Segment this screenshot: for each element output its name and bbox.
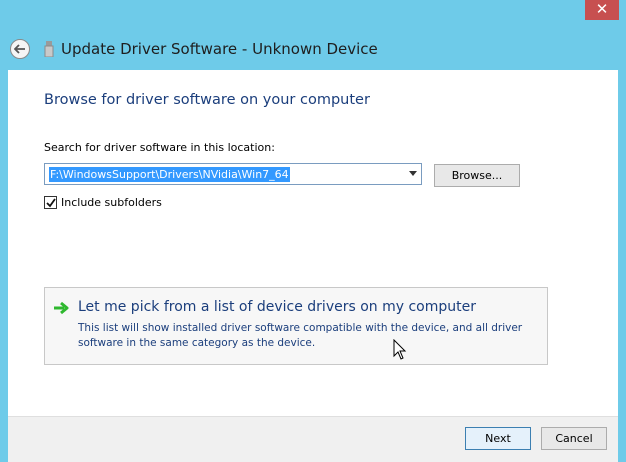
location-combobox[interactable]: F:\WindowsSupport\Drivers\NVidia\Win7_64 (44, 163, 422, 185)
include-subfolders-option[interactable]: Include subfolders (44, 196, 162, 209)
titlebar: Update Driver Software - Unknown Device (10, 36, 616, 62)
search-location-label: Search for driver software in this locat… (44, 141, 275, 154)
mouse-pointer-icon (393, 339, 407, 360)
usb-device-icon (44, 41, 54, 57)
dialog-footer: Next Cancel (8, 416, 618, 462)
dialog-window: ✕ Update Driver Software - Unknown Devic… (0, 0, 626, 462)
cancel-button[interactable]: Cancel (541, 427, 607, 450)
page-heading: Browse for driver software on your compu… (44, 92, 370, 108)
include-subfolders-checkbox[interactable] (44, 196, 57, 209)
browse-button[interactable]: Browse... (434, 164, 520, 187)
main-content: Browse for driver software on your compu… (8, 70, 618, 416)
dropdown-arrow-icon[interactable] (409, 171, 417, 176)
close-button[interactable]: ✕ (585, 0, 619, 20)
back-arrow-icon (14, 44, 25, 54)
window-title: Update Driver Software - Unknown Device (61, 40, 378, 58)
pick-from-list-description: This list will show installed driver sof… (78, 322, 523, 349)
back-button[interactable] (10, 39, 30, 59)
next-button[interactable]: Next (465, 427, 531, 450)
checkmark-icon (45, 197, 56, 207)
location-value[interactable]: F:\WindowsSupport\Drivers\NVidia\Win7_64 (49, 166, 290, 182)
include-subfolders-label[interactable]: Include subfolders (61, 196, 162, 209)
green-arrow-icon (54, 301, 69, 315)
pick-from-list-title[interactable]: Let me pick from a list of device driver… (78, 299, 476, 315)
pick-from-list-link[interactable]: Let me pick from a list of device driver… (44, 287, 548, 365)
